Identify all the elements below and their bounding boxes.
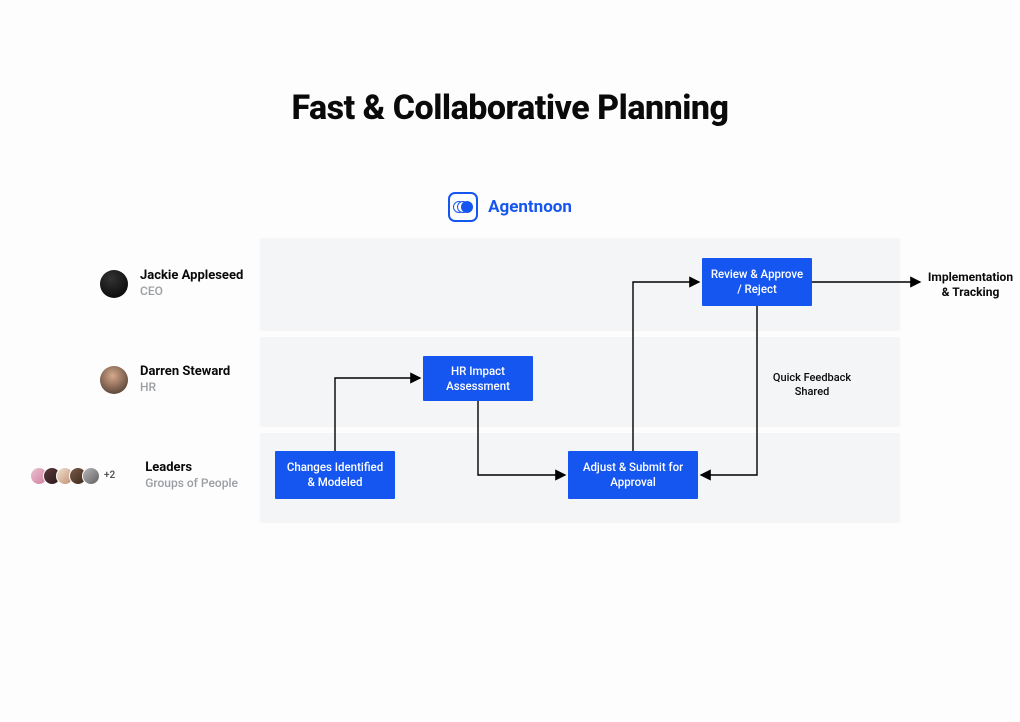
role-hr: Darren Steward HR [100, 364, 230, 395]
page-title: Fast & Collaborative Planning [0, 88, 1020, 128]
role-sub: CEO [140, 284, 243, 300]
output-label: Implementation & Tracking [923, 270, 1018, 300]
node-review: Review & Approve / Reject [702, 258, 812, 306]
role-sub: Groups of People [145, 476, 238, 492]
avatar-stack: +2 [30, 467, 115, 485]
brand-name: Agentnoon [488, 197, 572, 217]
avatar [100, 366, 128, 394]
node-changes: Changes Identified & Modeled [275, 451, 395, 499]
avatar [82, 467, 100, 485]
feedback-label: Quick Feedback Shared [762, 370, 862, 401]
role-ceo: Jackie Appleseed CEO [100, 268, 243, 299]
avatar [100, 270, 128, 298]
role-name: Leaders [145, 460, 238, 476]
node-adjust: Adjust & Submit for Approval [568, 451, 698, 499]
node-hr-assess: HR Impact Assessment [423, 356, 533, 401]
brand-row: Agentnoon [0, 192, 1020, 222]
role-name: Darren Steward [140, 364, 230, 380]
agentnoon-logo-icon [448, 192, 478, 222]
avatar-overflow-count: +2 [104, 470, 115, 481]
role-sub: HR [140, 380, 230, 396]
role-name: Jackie Appleseed [140, 268, 243, 284]
role-leaders: +2 Leaders Groups of People [30, 460, 238, 491]
